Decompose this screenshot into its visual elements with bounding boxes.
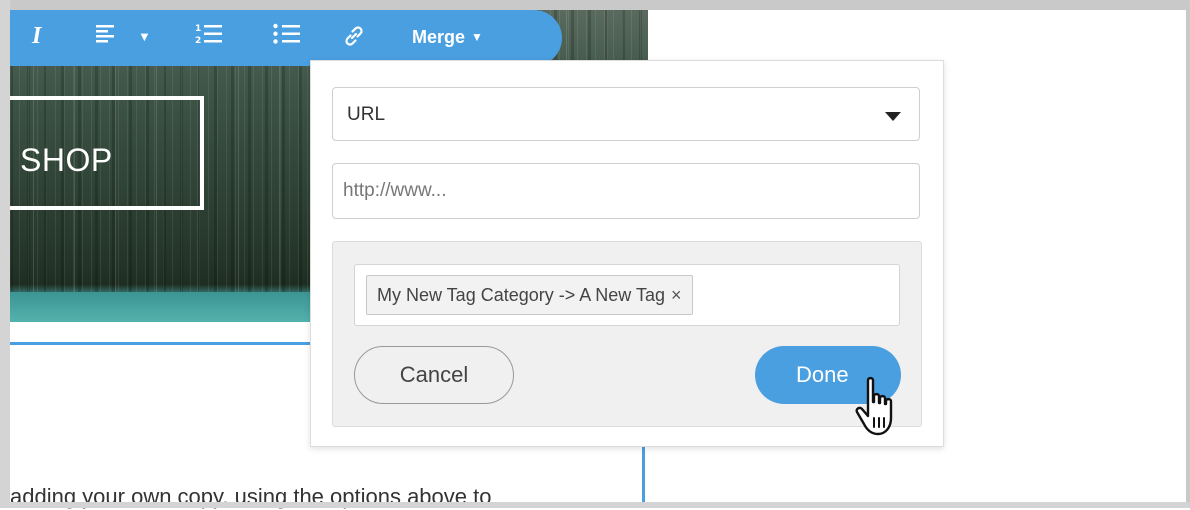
window-frame-right [1186, 0, 1190, 508]
merge-dropdown-button[interactable]: Merge ▼ [412, 27, 483, 48]
align-left-icon[interactable] [94, 22, 118, 50]
tag-panel: My New Tag Category -> A New Tag × Cance… [332, 241, 922, 427]
editor-block-edge [642, 440, 645, 502]
cancel-button[interactable]: Cancel [354, 346, 514, 404]
merge-label: Merge [412, 27, 466, 47]
tag-chip-label: My New Tag Category -> A New Tag [377, 284, 665, 305]
window-frame-top [0, 0, 1190, 10]
unordered-list-icon[interactable] [272, 22, 302, 52]
ordered-list-icon[interactable]: 1 2 [194, 22, 224, 52]
align-dropdown-caret-icon[interactable]: ▼ [138, 29, 151, 44]
link-settings-popup: URL My New Tag Category -> A New Tag × C… [310, 60, 944, 447]
svg-text:1: 1 [195, 24, 201, 34]
url-input[interactable] [332, 163, 920, 219]
link-icon[interactable] [342, 24, 366, 54]
tag-chip: My New Tag Category -> A New Tag × [366, 275, 693, 315]
window-frame-left [0, 0, 10, 508]
shop-button-label[interactable]: SHOP [20, 142, 113, 179]
done-button[interactable]: Done [755, 346, 901, 404]
italic-button[interactable]: I [32, 23, 41, 50]
window-frame-bottom [0, 502, 1190, 508]
formatting-toolbar: I ▼ 1 2 Merge ▼ [10, 10, 562, 66]
svg-text:2: 2 [195, 36, 201, 46]
link-type-selected: URL [347, 104, 386, 125]
select-caret-icon [885, 112, 901, 121]
merge-caret-icon: ▼ [471, 30, 483, 44]
tag-input-field[interactable]: My New Tag Category -> A New Tag × [354, 264, 900, 326]
tag-remove-icon[interactable]: × [671, 285, 682, 306]
link-type-select[interactable]: URL [332, 87, 920, 141]
